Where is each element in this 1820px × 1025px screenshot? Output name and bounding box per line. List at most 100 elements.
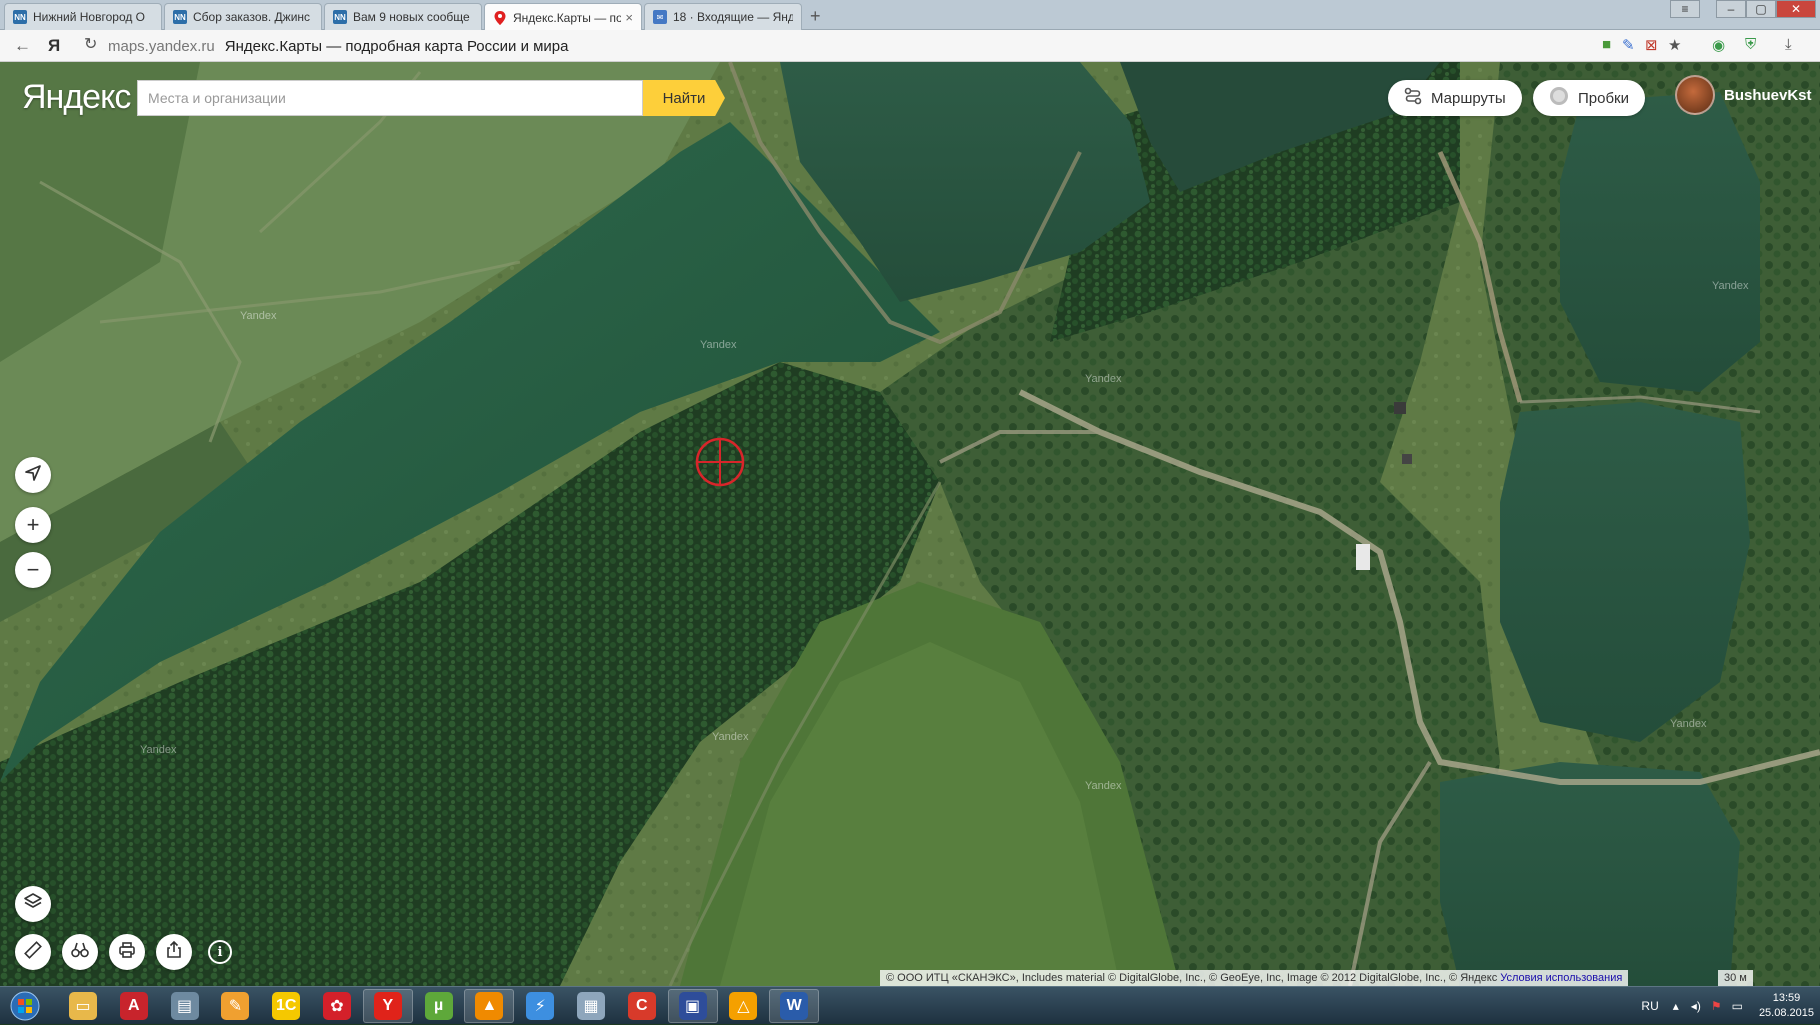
taskbar-app-drive[interactable]: ▤ [160,989,210,1023]
pdf-icon: A [119,992,148,1020]
map-watermark: Yandex [1085,780,1122,792]
aimp-icon: △ [729,992,758,1020]
flag-icon[interactable]: ⚑ [1711,999,1722,1013]
clock[interactable]: 13:59 25.08.2015 [1759,991,1814,1021]
taskbar-app-explorer[interactable]: ▭ [58,989,108,1023]
user-menu[interactable]: BushuevKst [1675,75,1812,115]
map-watermark: Yandex [1712,280,1749,292]
traffic-icon [1549,86,1569,110]
info-button[interactable]: i [208,940,232,964]
browser-tab[interactable]: NN Сбор заказов. Джинс [164,3,322,30]
layers-button[interactable] [15,886,51,922]
extension-icon[interactable]: ◉ [1712,36,1725,54]
network-icon[interactable]: ▭ [1732,999,1743,1013]
search-input[interactable]: Места и организации [137,80,643,116]
browser-tab[interactable]: NN Вам 9 новых сообще [324,3,482,30]
taskbar-app-utorrent[interactable]: µ [414,989,464,1023]
scale-label: 30 м [1724,972,1747,984]
zoom-out-button[interactable]: − [15,552,51,588]
map-watermark: Yandex [140,744,177,756]
address-bar: ← Я ↻ maps.yandex.ru Яндекс.Карты — подр… [0,30,1820,62]
taskbar-app-aimp[interactable]: △ [718,989,768,1023]
menu-button[interactable]: ≡ [1670,0,1700,18]
utorrent-icon: µ [424,992,453,1020]
clock-time: 13:59 [1772,992,1801,1004]
lock-icon: ■ [1602,36,1612,53]
panorama-button[interactable] [62,934,98,970]
map-watermark: Yandex [1670,718,1707,730]
taskbar-app-pdf[interactable]: A [109,989,159,1023]
download-icon[interactable]: ⤓ [1785,36,1792,53]
map-watermark: Yandex [712,731,749,743]
reload-icon[interactable]: ↻ [84,34,97,54]
taskbar-app-floppy[interactable]: ▣ [667,989,718,1023]
print-button[interactable] [109,934,145,970]
printer-icon [117,940,137,965]
search-placeholder: Места и организации [148,90,286,106]
avatar [1675,75,1715,115]
map-pin-icon [493,10,507,25]
taskbar-app-calculator[interactable]: ▦ [566,989,616,1023]
paint-icon: ✎ [221,992,250,1020]
terms-link[interactable]: Условия использования [1500,972,1622,984]
url-domain: maps.yandex.ru [108,37,215,55]
yandex-button[interactable]: Я [48,36,60,56]
zoom-in-button[interactable]: + [15,507,51,543]
taskbar-app-yandex-browser[interactable]: Y [362,989,413,1023]
yandex-logo[interactable]: Яндекс [22,78,131,117]
browser-tab[interactable]: NN Нижний Новгород О [4,3,162,30]
satellite-map[interactable]: Yandex Yandex Yandex Yandex Yandex Yande… [0,62,1820,986]
taskbar-app-1c[interactable]: 1С [261,989,311,1023]
back-button[interactable]: ← [14,36,31,56]
new-tab-button[interactable]: + [810,6,821,27]
windows-taskbar: ▭ A ▤ ✎ 1С ✿ Yµ ▲ ⚡ ▦ C ▣ △ W RU ▴ ◂) ⚑ ▭ 13:59 25.08… [0,986,1820,1024]
share-icon [164,940,184,965]
ruler-button[interactable] [15,934,51,970]
start-button[interactable] [2,989,48,1023]
copyright-text: © ООО ИТЦ «СКАНЭКС», Includes material ©… [886,972,1498,984]
ruler-icon [23,940,43,965]
close-window-button[interactable]: ✕ [1776,0,1816,18]
taskbar-app-ccleaner[interactable]: C [617,989,667,1023]
ccleaner-icon: C [627,992,656,1020]
taskbar-app-huawei[interactable]: ✿ [312,989,362,1023]
clock-date: 25.08.2015 [1758,1007,1814,1019]
word-icon: W [780,992,809,1020]
tab-title: Нижний Новгород О [33,10,146,24]
system-tray: RU ▴ ◂) ⚑ ▭ 13:59 25.08.2015 [1641,987,1814,1025]
language-indicator[interactable]: RU [1641,999,1658,1013]
minimize-button[interactable]: – [1716,0,1746,18]
search-button[interactable]: Найти [643,80,725,116]
taskbar-app-paint[interactable]: ✎ [210,989,260,1023]
maximize-button[interactable]: ▢ [1746,0,1776,18]
map-watermark: Yandex [1085,373,1122,385]
map-watermark: Yandex [700,339,737,351]
routes-label: Маршруты [1431,89,1506,107]
geolocation-button[interactable] [15,457,51,493]
volume-icon[interactable]: ◂) [1691,999,1701,1013]
tray-expand-icon[interactable]: ▴ [1673,999,1679,1013]
scale-bar: 30 м [1718,970,1753,986]
traffic-label: Пробки [1578,89,1629,107]
share-button[interactable] [156,934,192,970]
floppy-icon: ▣ [678,992,707,1020]
taskbar-app-vlc[interactable]: ▲ [464,989,515,1023]
url-field[interactable]: ↻ maps.yandex.ru Яндекс.Карты — подробна… [80,34,1680,58]
taskbar-app-word[interactable]: W [769,989,820,1023]
calculator-icon: ▦ [577,992,605,1020]
routes-button[interactable]: Маршруты [1388,80,1522,116]
location-arrow-icon [24,462,42,488]
taskbar-app-thunderbolt[interactable]: ⚡ [515,989,565,1023]
star-icon[interactable]: ★ [1668,36,1681,54]
huawei-icon: ✿ [323,992,351,1020]
explorer-icon: ▭ [69,992,97,1020]
thunderbolt-icon: ⚡ [526,992,555,1020]
browser-tab[interactable]: ✉ 18 · Входящие — Янд [644,3,802,30]
browser-tab-active[interactable]: Яндекс.Карты — подр × [484,3,642,31]
block-icon[interactable]: ⊠ [1645,36,1658,54]
close-tab-icon[interactable]: × [625,10,633,25]
traffic-button[interactable]: Пробки [1533,80,1645,116]
shield-icon[interactable]: ⛨ [1745,36,1756,53]
pen-icon[interactable]: ✎ [1622,36,1635,54]
1c-icon: 1С [272,992,301,1020]
